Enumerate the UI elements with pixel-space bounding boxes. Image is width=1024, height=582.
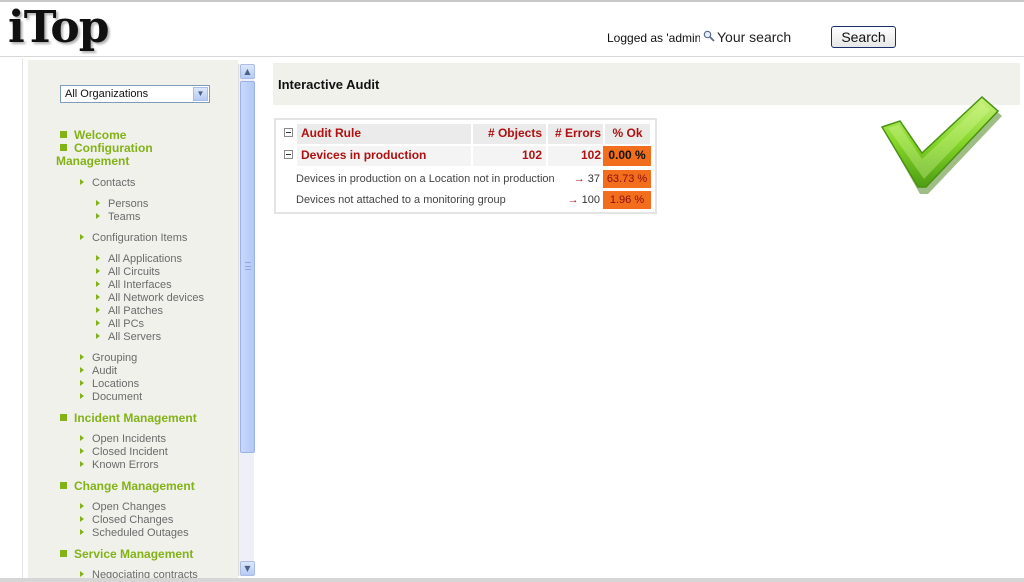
collapse-group-icon[interactable]: [284, 150, 293, 159]
menu-item-all-network-devices[interactable]: All Network devices: [96, 292, 204, 305]
header-top-border: [0, 0, 1024, 2]
audit-table: Audit Rule # Objects # Errors % Ok Devic…: [274, 118, 657, 214]
audit-category-errors: 102: [548, 146, 603, 166]
column-header-audit-rule[interactable]: Audit Rule: [297, 124, 471, 144]
page-title: Interactive Audit: [278, 77, 380, 92]
expand-arrow-icon: [80, 516, 84, 522]
menu-item-document[interactable]: Document: [80, 391, 142, 404]
menu-change-management[interactable]: Change Management: [56, 480, 195, 493]
expand-arrow-icon: [80, 367, 84, 373]
expand-arrow-icon: [96, 255, 100, 261]
bottom-border: [0, 578, 1024, 582]
arrow-right-icon: →: [573, 173, 585, 185]
search-button[interactable]: Search: [831, 26, 896, 48]
expand-arrow-icon: [80, 179, 84, 185]
audit-rule-ok: 1.96 %: [603, 191, 651, 209]
column-header-ok[interactable]: % Ok: [605, 124, 650, 144]
expand-arrow-icon: [96, 320, 100, 326]
scroll-up-icon[interactable]: ▲: [240, 64, 255, 79]
menu-bullet-icon: [60, 414, 67, 421]
scroll-down-icon[interactable]: ▼: [240, 561, 255, 576]
search-input[interactable]: [717, 28, 825, 46]
logged-as-label: Logged as 'admin': [607, 31, 704, 45]
audit-category-name[interactable]: Devices in production: [297, 146, 471, 166]
menu-bullet-icon: [60, 144, 67, 151]
expand-arrow-icon: [96, 281, 100, 287]
expand-arrow-icon: [80, 393, 84, 399]
menu-item-all-servers[interactable]: All Servers: [96, 331, 161, 344]
column-header-objects[interactable]: # Objects: [473, 124, 546, 144]
expand-arrow-icon: [80, 529, 84, 535]
expand-arrow-icon: [80, 503, 84, 509]
expand-arrow-icon: [80, 380, 84, 386]
column-header-errors[interactable]: # Errors: [548, 124, 603, 144]
audit-rule-name: Devices in production on a Location not …: [296, 173, 555, 185]
expand-arrow-icon: [80, 234, 84, 240]
menu-item-all-patches[interactable]: All Patches: [96, 305, 163, 318]
menu-configuration-management[interactable]: Configuration Management: [56, 142, 176, 168]
collapse-all-icon[interactable]: [284, 128, 293, 137]
expand-arrow-icon: [80, 571, 84, 577]
menu-panel: All Organizations ▼ Welcome Configuratio…: [28, 60, 238, 582]
organization-select[interactable]: All Organizations ▼: [60, 85, 210, 103]
menu-service-management[interactable]: Service Management: [56, 548, 193, 561]
audit-category-ok: 0.00 %: [603, 146, 651, 166]
audit-rule-errors-link[interactable]: → 37: [556, 170, 600, 188]
menu-incident-management[interactable]: Incident Management: [56, 412, 197, 425]
menu-item-audit[interactable]: Audit: [80, 365, 117, 378]
expand-arrow-icon: [96, 200, 100, 206]
audit-rule-errors-link[interactable]: → 100: [556, 191, 600, 209]
menu-item-grouping[interactable]: Grouping: [80, 352, 137, 365]
audit-category-objects: 102: [473, 146, 546, 166]
left-menu-pane: All Organizations ▼ Welcome Configuratio…: [0, 58, 258, 582]
scrollbar-grip-icon: [245, 262, 251, 270]
audit-rule-name: Devices not attached to a monitoring gro…: [296, 194, 506, 206]
left-pane-divider: [22, 58, 23, 582]
menu-bullet-icon: [60, 482, 67, 489]
menu-item-known-errors[interactable]: Known Errors: [80, 459, 159, 472]
chevron-down-icon[interactable]: ▼: [193, 87, 208, 101]
arrow-right-icon: →: [567, 194, 579, 206]
menu-item-closed-changes[interactable]: Closed Changes: [80, 514, 173, 527]
itop-logo[interactable]: iTop: [8, 2, 110, 53]
expand-arrow-icon: [80, 354, 84, 360]
header: iTop Logged as 'admin' Search: [0, 0, 1024, 57]
search-box[interactable]: [700, 27, 826, 47]
menu-item-open-incidents[interactable]: Open Incidents: [80, 433, 166, 446]
expand-arrow-icon: [96, 307, 100, 313]
expand-arrow-icon: [96, 268, 100, 274]
menu-item-teams[interactable]: Teams: [96, 211, 140, 224]
expand-arrow-icon: [80, 461, 84, 467]
menu-item-contacts[interactable]: Contacts: [80, 177, 135, 190]
itop-page: iTop Logged as 'admin' Search All Organi…: [0, 0, 1024, 582]
expand-arrow-icon: [96, 213, 100, 219]
search-icon: [703, 30, 715, 42]
menu-item-persons[interactable]: Persons: [96, 198, 148, 211]
menu-item-scheduled-outages[interactable]: Scheduled Outages: [80, 527, 189, 540]
expand-arrow-icon: [80, 435, 84, 441]
expand-arrow-icon: [96, 333, 100, 339]
menu-item-closed-incident[interactable]: Closed Incident: [80, 446, 168, 459]
organization-select-value: All Organizations: [65, 88, 149, 100]
menu-bullet-icon: [60, 550, 67, 557]
menu-item-all-circuits[interactable]: All Circuits: [96, 266, 160, 279]
scrollbar-thumb[interactable]: [240, 81, 255, 453]
checkmark-icon: [880, 95, 1002, 194]
menu-item-configuration-items[interactable]: Configuration Items: [80, 232, 187, 245]
menu-scrollbar[interactable]: ▲ ▼: [238, 64, 255, 576]
menu-item-open-changes[interactable]: Open Changes: [80, 501, 166, 514]
expand-arrow-icon: [96, 294, 100, 300]
expand-arrow-icon: [80, 448, 84, 454]
menu-bullet-icon: [60, 131, 67, 138]
audit-rule-ok: 63.73 %: [603, 170, 651, 188]
menu-item-locations[interactable]: Locations: [80, 378, 139, 391]
menu-item-all-pcs[interactable]: All PCs: [96, 318, 144, 331]
menu-item-all-applications[interactable]: All Applications: [96, 253, 182, 266]
menu-item-all-interfaces[interactable]: All Interfaces: [96, 279, 172, 292]
